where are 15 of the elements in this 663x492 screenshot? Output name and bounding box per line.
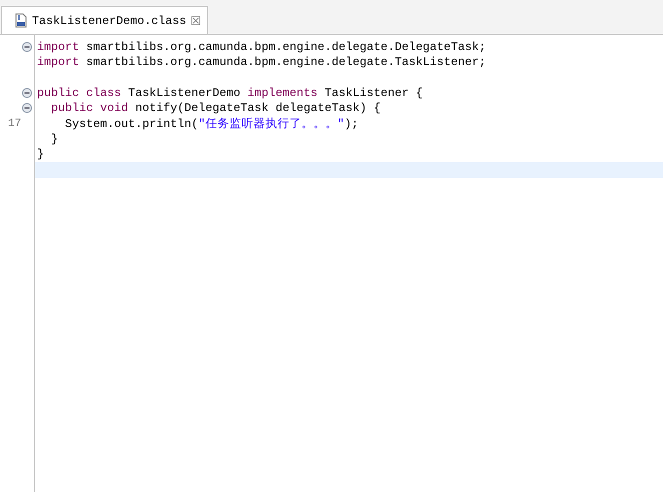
collapse-icon[interactable]	[22, 88, 32, 98]
collapse-icon[interactable]	[22, 103, 32, 114]
code-line: }	[50, 132, 58, 146]
code-line: import smartbilibs.org.camunda.bpm.engine.delegate.DelegateTask;	[37, 40, 486, 54]
tab-title: TaskListenerDemo.class	[32, 14, 186, 28]
class-file-icon	[14, 13, 28, 28]
code-line: System.out.println("任务监听器执行了。。。");	[64, 116, 358, 132]
code-line: }	[37, 147, 44, 162]
editor-tab[interactable]: TaskListenerDemo.class ☒	[1, 6, 208, 34]
code-line: public void notify(DelegateTask delegateTask) {	[50, 101, 381, 116]
line-number: 17	[8, 118, 22, 130]
code-line: import smartbilibs.org.camunda.bpm.engine.delegate.TaskListener;	[37, 55, 486, 70]
collapse-icon[interactable]	[22, 42, 32, 52]
code-line: public class TaskListenerDemo implements TaskListener {	[37, 86, 423, 100]
close-icon[interactable]: ☒	[190, 14, 202, 28]
